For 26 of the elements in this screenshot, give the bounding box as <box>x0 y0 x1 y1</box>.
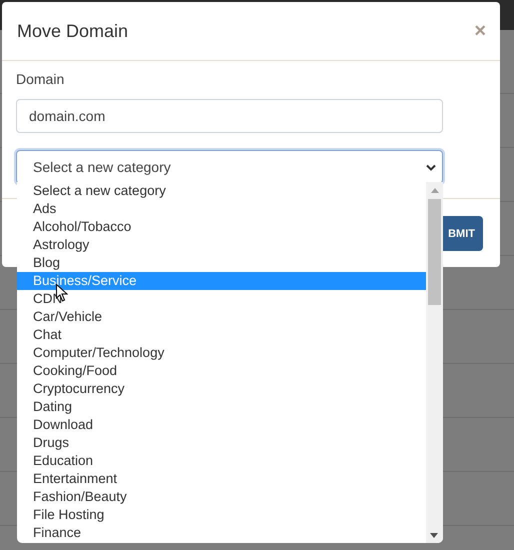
dropdown-option[interactable]: Select a new category <box>17 182 426 200</box>
dropdown-option[interactable]: Ads <box>17 200 426 218</box>
dialog-title: Move Domain <box>17 20 128 42</box>
dropdown-option[interactable]: Education <box>17 452 426 470</box>
dropdown-option[interactable]: Astrology <box>17 236 426 254</box>
scroll-down-icon[interactable] <box>430 533 438 538</box>
dropdown-option[interactable]: Drugs <box>17 434 426 452</box>
dropdown-option[interactable]: Computer/Technology <box>17 344 426 362</box>
dropdown-option[interactable]: Cryptocurrency <box>17 380 426 398</box>
dropdown-option[interactable]: Dating <box>17 398 426 416</box>
dropdown-option[interactable]: Fashion/Beauty <box>17 488 426 506</box>
dropdown-option[interactable]: Entertainment <box>17 470 426 488</box>
scrollbar-thumb[interactable] <box>428 199 441 305</box>
field-label: Domain <box>16 71 66 89</box>
dropdown-option[interactable]: Chat <box>17 326 426 344</box>
domain-field[interactable]: domain.com <box>16 99 443 133</box>
dropdown-option[interactable]: Cooking/Food <box>17 362 426 380</box>
category-select[interactable]: Select a new category <box>16 150 443 184</box>
chevron-icon <box>426 164 436 170</box>
dropdown-option[interactable]: File Hosting <box>17 506 426 524</box>
dropdown-option[interactable]: Blog <box>17 254 426 272</box>
dropdown-option[interactable]: Car/Vehicle <box>17 308 426 326</box>
dropdown-option[interactable]: Alcohol/Tobacco <box>17 218 426 236</box>
dropdown-option[interactable]: Download <box>17 416 426 434</box>
dropdown-option[interactable]: Finance <box>17 524 426 542</box>
scroll-up-icon[interactable] <box>430 188 438 193</box>
